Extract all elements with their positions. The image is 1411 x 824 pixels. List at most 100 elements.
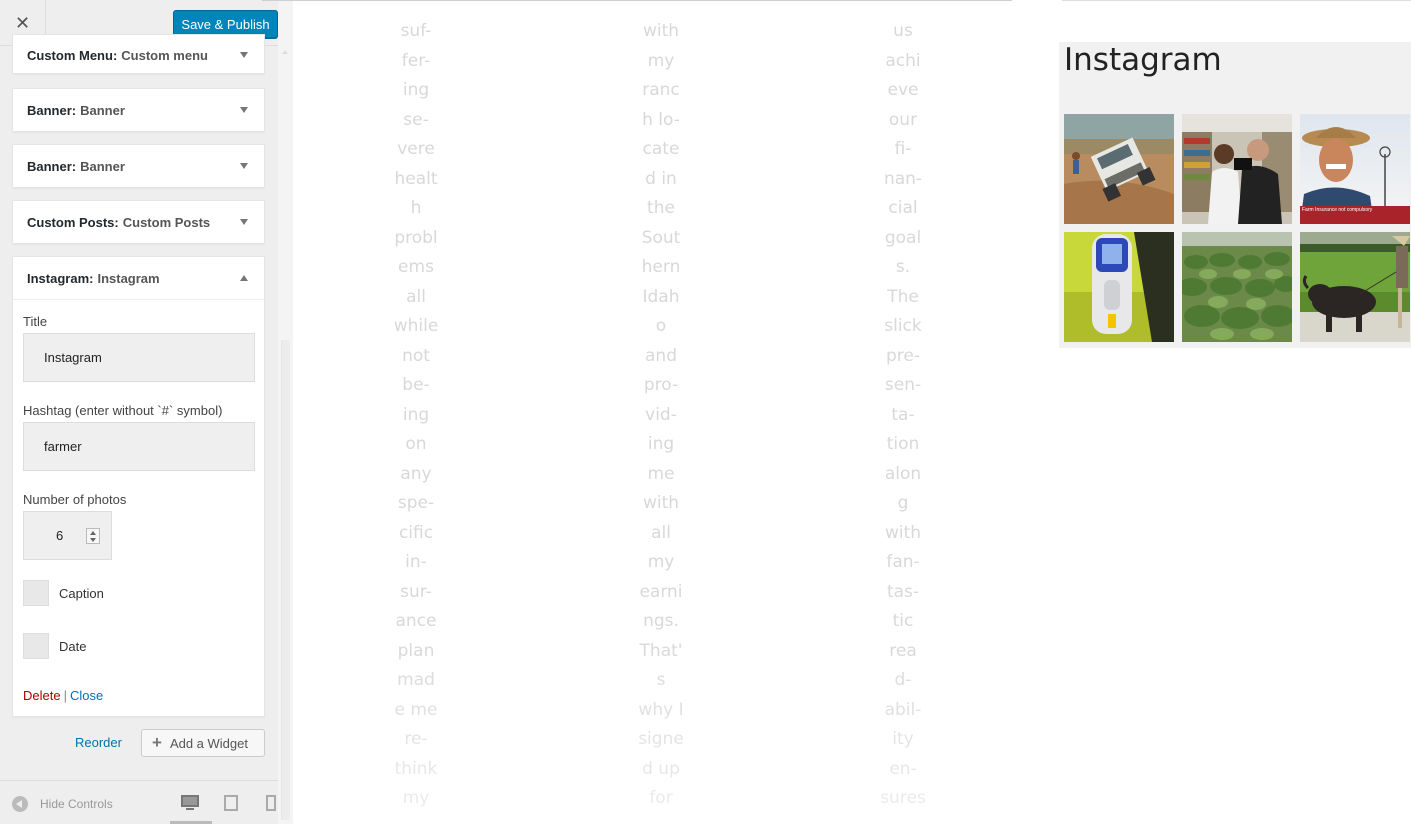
caption-checkbox[interactable] [23,580,49,606]
reorder-link[interactable]: Reorder [75,735,122,750]
title-label: Title [23,314,48,329]
widget-custom-menu[interactable]: Custom Menu: Custom menu [12,34,265,74]
preview-text-line: and [645,345,677,366]
instagram-photo[interactable] [1300,232,1410,342]
widget-header[interactable]: Custom Posts: Custom Posts [13,201,264,243]
preview-text-line: spe- [397,493,435,513]
widget-custom-posts[interactable]: Custom Posts: Custom Posts [12,200,265,244]
widget-header[interactable]: Banner: Banner [13,89,264,131]
preview-scrollbar[interactable] [278,0,293,824]
photos-count-label: Number of photos [23,492,127,507]
preview-text-line: be- [402,375,430,395]
date-checkbox[interactable] [23,633,49,659]
preview-text-line: think [394,758,438,779]
preview-text-line: se- [403,109,429,130]
preview-text-line: Sout [641,227,681,248]
preview-text-line: fer- [401,50,431,71]
scrollbar-thumb[interactable] [281,340,290,820]
preview-text-line: ance [395,611,437,631]
preview-text-line: our [888,109,918,130]
title-input[interactable]: Instagram [23,333,255,382]
preview-text-line: sur- [400,581,432,602]
preview-text-line: That' [639,640,683,661]
separator: | [63,688,67,703]
chevron-down-icon[interactable] [240,163,248,169]
widget-type: Banner: [27,158,77,174]
instagram-photo[interactable]: Farm Insurance not compulsory [1300,114,1410,224]
preview-text-line: fi- [894,139,912,159]
preview-text-line: probl [394,227,438,248]
instagram-photo[interactable] [1064,114,1174,224]
preview-text-line: en- [889,758,917,779]
preview-text-line: rea [889,640,917,661]
chevron-down-icon[interactable] [240,107,248,113]
widget-header[interactable]: Banner: Banner [13,145,264,187]
photos-count-input[interactable]: 6 [23,511,112,560]
preview-text-line: my [647,50,675,71]
hashtag-input[interactable]: farmer [23,422,255,471]
preview-text-line: abil- [884,699,922,720]
preview-text-line: o [655,316,667,336]
tablet-preview-icon[interactable] [224,795,242,811]
preview-text-line: achi [885,50,921,71]
preview-text-line: d up [642,758,680,779]
preview-text-line: earni [639,581,683,602]
hide-controls-button[interactable]: Hide Controls [12,796,113,812]
widget-banner-2[interactable]: Banner: Banner [12,144,265,188]
preview-text-line: not [402,345,430,366]
widget-header[interactable]: Custom Menu: Custom menu [13,35,264,75]
chevron-down-icon[interactable] [240,52,248,58]
preview-text-line: cial [888,198,918,218]
preview-text-column-1: suf-fer-ing se-vere healt h probl ems all while… [385,17,447,814]
scroll-up-icon[interactable] [282,50,288,54]
preview-text-line: nan- [883,168,923,189]
instagram-photo[interactable] [1064,232,1174,342]
preview-text-line: hern [641,257,681,277]
preview-text-line: cate [642,139,680,159]
preview-text-line: my [402,788,430,808]
preview-text-line: Idah [642,286,680,307]
widget-instagram: Instagram: Instagram Title Instagram Hash… [12,256,265,717]
preview-text-line: tas- [886,581,920,602]
preview-text-line: vid- [645,404,677,425]
preview-text-line: ing [647,434,675,454]
widget-banner-1[interactable]: Banner: Banner [12,88,265,132]
widget-title: Custom Posts [122,214,211,230]
photos-count-value: 6 [56,528,64,543]
preview-text-line: suf- [400,21,432,41]
instagram-title: Instagram [1064,42,1222,78]
divider [262,0,1012,1]
widget-form: Title Instagram Hashtag (enter without `… [13,300,264,703]
delete-link[interactable]: Delete [23,688,61,703]
desktop-preview-icon[interactable] [181,795,199,811]
chevron-down-icon[interactable] [240,219,248,225]
preview-text-line: all [651,522,671,543]
plus-icon: + [152,733,162,752]
preview-text-line: pro- [643,375,679,395]
chevron-up-icon[interactable] [240,275,248,281]
preview-text-line: for [649,788,673,808]
preview-text-line: me [647,463,675,484]
close-link[interactable]: Close [70,688,103,703]
add-widget-button[interactable]: + Add a Widget [141,729,265,757]
customizer-panel: ✕ Save & Publish Custom Menu: Custom menu… [0,0,278,824]
hide-controls-label: Hide Controls [40,797,113,811]
preview-text-line: e me [394,699,438,720]
widget-title: Banner [80,102,125,118]
mobile-preview-icon[interactable] [266,795,278,811]
preview-text-line: sures [880,788,926,808]
caption-option: Caption [23,580,254,606]
spinner-arrows-icon[interactable] [86,528,100,544]
widget-header[interactable]: Instagram: Instagram [13,257,264,300]
preview-text-line: sen- [884,375,922,395]
date-label: Date [59,638,87,654]
instagram-photo[interactable] [1182,232,1292,342]
widget-type: Banner: [27,102,77,118]
preview-text-line: d in [645,168,677,189]
preview-text-line: vere [397,139,435,159]
preview-text-line: with [884,522,922,543]
widget-type: Custom Posts: [27,214,119,230]
preview-text-line: s [656,670,666,690]
instagram-photo[interactable] [1182,114,1292,224]
widget-type: Custom Menu: [27,47,118,63]
